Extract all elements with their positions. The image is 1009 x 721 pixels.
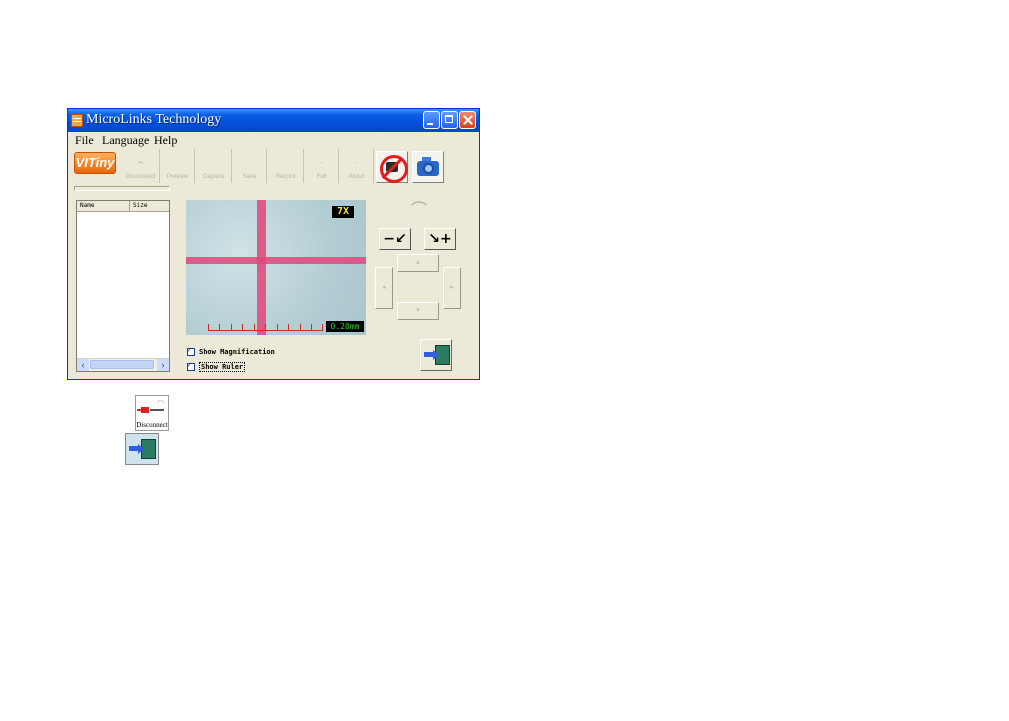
focus-icon: ⌒: [410, 202, 427, 219]
camera-preview: 7X 0.20mm: [186, 200, 366, 335]
arrow-down-icon: ▾: [416, 307, 420, 314]
app-icon: [71, 114, 83, 127]
disconnect-icon: ⌁: [137, 157, 144, 167]
exit-button[interactable]: [420, 339, 452, 371]
save-toolbar-button[interactable]: Save: [233, 149, 267, 183]
move-up-button[interactable]: ▴: [397, 254, 439, 272]
menu-language[interactable]: Language: [102, 133, 149, 148]
scroll-left-icon[interactable]: ‹: [77, 359, 89, 371]
path-field[interactable]: [74, 186, 170, 191]
scale-label: 0.20mm: [326, 321, 364, 332]
menu-bar: File Language Help: [68, 132, 479, 148]
show-magnification-checkbox[interactable]: Show Magnification: [187, 345, 275, 356]
move-down-button[interactable]: ▾: [397, 302, 439, 320]
checkbox-checked-icon[interactable]: [187, 360, 195, 371]
close-button[interactable]: [459, 111, 476, 129]
arrow-up-icon: ▴: [416, 259, 420, 266]
title-bar[interactable]: MicroLinks Technology: [68, 109, 479, 132]
arrow-left-icon: ◂: [382, 284, 386, 291]
app-window: MicroLinks Technology File Language Help…: [67, 108, 480, 380]
measurement-ruler: [208, 322, 323, 331]
plug-icon: [141, 407, 149, 413]
minimize-button[interactable]: [423, 111, 440, 129]
capture-toolbar-button[interactable]: Capture: [196, 149, 232, 183]
show-ruler-checkbox[interactable]: Show Ruler: [187, 360, 246, 372]
full-toolbar-button[interactable]: · Full: [305, 149, 339, 183]
scroll-right-icon[interactable]: ›: [157, 359, 169, 371]
checkbox-checked-icon[interactable]: [187, 345, 195, 356]
move-right-button[interactable]: ▸: [443, 267, 461, 309]
disconnect-label: Disconnect: [136, 421, 168, 429]
window-title: MicroLinks Technology: [86, 112, 222, 127]
magnification-badge: 7X: [332, 206, 354, 218]
dot-icon: ·: [320, 157, 323, 167]
record-toolbar-button[interactable]: Record: [268, 149, 304, 183]
column-name[interactable]: Name: [80, 201, 94, 211]
disconnect-toolbar-button[interactable]: ⌁ Disconnect: [122, 149, 160, 183]
preview-toolbar-button[interactable]: Preview: [161, 149, 195, 183]
disconnect-icon-sample: ◠ Disconnect: [135, 395, 169, 431]
menu-help[interactable]: Help: [154, 133, 177, 148]
zoom-in-button[interactable]: ↘+: [424, 228, 456, 250]
dot-icon: ·: [355, 157, 358, 167]
focus-button[interactable]: ⌒: [403, 200, 435, 222]
file-list[interactable]: Name Size ‹ ›: [76, 200, 170, 372]
scroll-thumb[interactable]: [90, 360, 154, 369]
arrow-right-icon: ▸: [450, 284, 454, 291]
crosshair-vertical: [257, 200, 266, 335]
move-left-button[interactable]: ◂: [375, 267, 393, 309]
exit-icon-sample: [125, 433, 159, 465]
menu-file[interactable]: File: [75, 133, 94, 148]
snapshot-camera-button[interactable]: [412, 151, 444, 183]
about-toolbar-button[interactable]: · About: [340, 149, 374, 183]
maximize-button[interactable]: [441, 111, 458, 129]
column-size[interactable]: Size: [129, 201, 147, 211]
zoom-out-button[interactable]: −↙: [379, 228, 411, 250]
vitiny-logo: VITiny: [74, 152, 116, 174]
horizontal-scrollbar[interactable]: ‹ ›: [77, 358, 169, 371]
crosshair-horizontal: [186, 257, 366, 264]
file-list-header: Name Size: [77, 201, 169, 212]
no-record-button[interactable]: [376, 151, 408, 183]
